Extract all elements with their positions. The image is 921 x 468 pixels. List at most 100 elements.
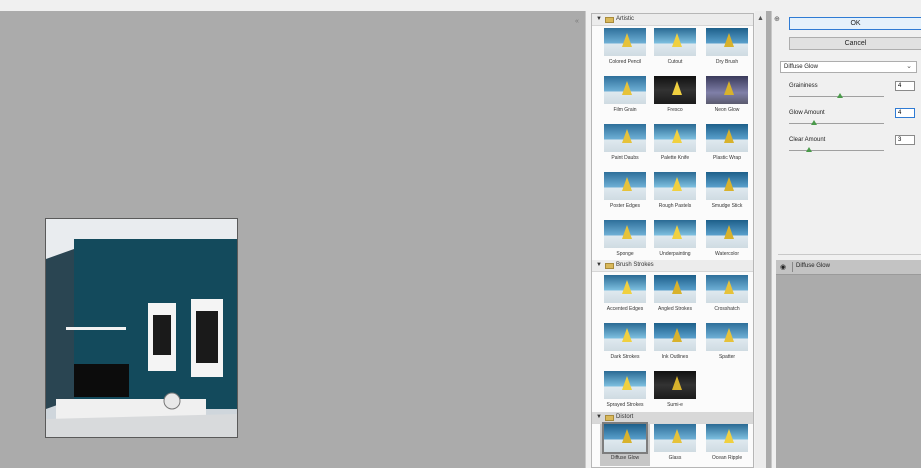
sailboat-icon — [724, 280, 734, 294]
filter-thumb-label: Smudge Stick — [711, 203, 743, 209]
filter-thumb-sumi-e[interactable]: Sumi-e — [650, 371, 700, 413]
folder-icon — [605, 263, 614, 269]
category-label: Distort — [616, 414, 634, 420]
filter-thumb-label: Sumi-e — [667, 402, 683, 408]
sailboat-icon — [622, 129, 632, 143]
param-clear-amount: Clear Amount 3 — [789, 135, 919, 159]
glow-amount-input[interactable]: 4 — [895, 108, 915, 118]
filter-thumb-plastic-wrap[interactable]: Plastic Wrap — [702, 124, 752, 166]
filter-gallery: ▼ Artistic ▼ Brush Strokes ▼ Distort Col… — [585, 11, 766, 468]
sailboat-icon — [672, 328, 682, 342]
filter-thumb-label: Angled Strokes — [658, 306, 692, 312]
filter-thumb-image — [654, 172, 696, 200]
filter-thumb-image — [654, 220, 696, 248]
filter-thumb-neon-glow[interactable]: Neon Glow — [702, 76, 752, 118]
chevron-down-icon: ⌄ — [906, 63, 912, 70]
filter-thumb-image — [654, 28, 696, 56]
sailboat-icon — [672, 225, 682, 239]
category-label: Artistic — [616, 16, 634, 22]
ok-button[interactable]: OK — [789, 17, 921, 30]
filter-thumb-watercolor[interactable]: Watercolor — [702, 220, 752, 262]
filter-thumb-rough-pastels[interactable]: Rough Pastels — [650, 172, 700, 214]
filter-thumb-label: Crosshatch — [714, 306, 740, 312]
filter-thumb-glass[interactable]: Glass — [650, 424, 700, 466]
filter-thumb-label: Accented Edges — [606, 306, 644, 312]
scroll-up-icon[interactable]: ▲ — [757, 15, 764, 22]
collapse-icon[interactable]: ⊕ — [774, 15, 783, 24]
sailboat-icon — [672, 129, 682, 143]
graininess-input[interactable]: 4 — [895, 81, 915, 91]
layer-divider — [792, 262, 793, 272]
glow-amount-slider[interactable] — [789, 123, 884, 124]
cancel-button[interactable]: Cancel — [789, 37, 921, 50]
sailboat-icon — [622, 328, 632, 342]
sailboat-icon — [724, 129, 734, 143]
filter-thumb-spatter[interactable]: Spatter — [702, 323, 752, 365]
panel-divider — [778, 254, 921, 255]
preview-image[interactable] — [45, 218, 238, 438]
filter-thumb-colored-pencil[interactable]: Colored Pencil — [600, 28, 650, 70]
filter-thumb-image — [604, 275, 646, 303]
filter-thumb-label: Film Grain — [613, 107, 637, 113]
graininess-slider-handle[interactable] — [837, 93, 843, 98]
folder-icon — [605, 17, 614, 23]
sailboat-icon — [622, 33, 632, 47]
gallery-scrollbar[interactable]: ▲ — [755, 11, 766, 468]
filter-gallery-list: ▼ Artistic ▼ Brush Strokes ▼ Distort Col… — [591, 13, 754, 468]
filter-thumb-image — [654, 124, 696, 152]
sailboat-icon — [724, 328, 734, 342]
filter-thumb-label: Watercolor — [715, 251, 739, 257]
disclosure-triangle-icon[interactable]: ▼ — [596, 14, 602, 25]
eye-icon[interactable]: ◉ — [780, 263, 786, 271]
filter-thumb-dry-brush[interactable]: Dry Brush — [702, 28, 752, 70]
sailboat-icon — [622, 225, 632, 239]
disclosure-triangle-icon[interactable]: ▼ — [596, 412, 602, 423]
filter-thumb-label: Sprayed Strokes — [606, 402, 644, 408]
filter-thumb-dark-strokes[interactable]: Dark Strokes — [600, 323, 650, 365]
glow-amount-slider-handle[interactable] — [811, 120, 817, 125]
sailboat-icon — [622, 81, 632, 95]
clear-amount-input[interactable]: 3 — [895, 135, 915, 145]
filter-thumb-accented-edges[interactable]: Accented Edges — [600, 275, 650, 317]
filter-thumb-image — [654, 275, 696, 303]
filter-thumb-smudge-stick[interactable]: Smudge Stick — [702, 172, 752, 214]
filter-thumb-ink-outlines[interactable]: Ink Outlines — [650, 323, 700, 365]
sailboat-icon — [672, 33, 682, 47]
filter-thumb-underpainting[interactable]: Underpainting — [650, 220, 700, 262]
filter-thumb-image — [706, 220, 748, 248]
filter-thumb-paint-daubs[interactable]: Paint Daubs — [600, 124, 650, 166]
clear-amount-slider[interactable] — [789, 150, 884, 151]
filter-thumb-label: Neon Glow — [714, 107, 740, 113]
filter-thumb-sprayed-strokes[interactable]: Sprayed Strokes — [600, 371, 650, 413]
category-distort[interactable]: ▼ Distort — [592, 412, 753, 424]
filter-thumb-palette-knife[interactable]: Palette Knife — [650, 124, 700, 166]
collapse-gallery-icon[interactable]: « — [575, 18, 579, 25]
filter-thumb-fresco[interactable]: Fresco — [650, 76, 700, 118]
filter-thumb-cutout[interactable]: Cutout — [650, 28, 700, 70]
sailboat-icon — [622, 376, 632, 390]
filter-thumb-image — [706, 172, 748, 200]
param-label: Glow Amount — [789, 110, 825, 116]
filter-thumb-ocean-ripple[interactable]: Ocean Ripple — [702, 424, 752, 466]
filter-select[interactable]: Diffuse Glow ⌄ — [780, 61, 917, 73]
effect-layer[interactable]: ◉ Diffuse Glow — [776, 260, 921, 275]
filter-thumb-film-grain[interactable]: Film Grain — [600, 76, 650, 118]
filter-thumb-poster-edges[interactable]: Poster Edges — [600, 172, 650, 214]
filter-thumb-sponge[interactable]: Sponge — [600, 220, 650, 262]
filter-thumb-label: Dark Strokes — [610, 354, 640, 360]
filter-thumb-crosshatch[interactable]: Crosshatch — [702, 275, 752, 317]
filter-select-value: Diffuse Glow — [784, 64, 818, 70]
filter-thumb-image — [706, 76, 748, 104]
filter-thumb-image — [604, 220, 646, 248]
filter-thumb-label: Plastic Wrap — [713, 155, 741, 161]
filter-thumb-diffuse-glow[interactable]: Diffuse Glow — [600, 422, 650, 466]
filter-thumb-image — [604, 172, 646, 200]
filter-thumb-angled-strokes[interactable]: Angled Strokes — [650, 275, 700, 317]
effect-layers-list: ◉ Diffuse Glow — [776, 260, 921, 468]
sailboat-icon — [672, 376, 682, 390]
filter-thumb-label: Spatter — [718, 354, 736, 360]
filter-thumb-image — [604, 124, 646, 152]
category-artistic[interactable]: ▼ Artistic — [592, 14, 753, 26]
filter-thumb-image — [654, 424, 696, 452]
clear-amount-slider-handle[interactable] — [806, 147, 812, 152]
